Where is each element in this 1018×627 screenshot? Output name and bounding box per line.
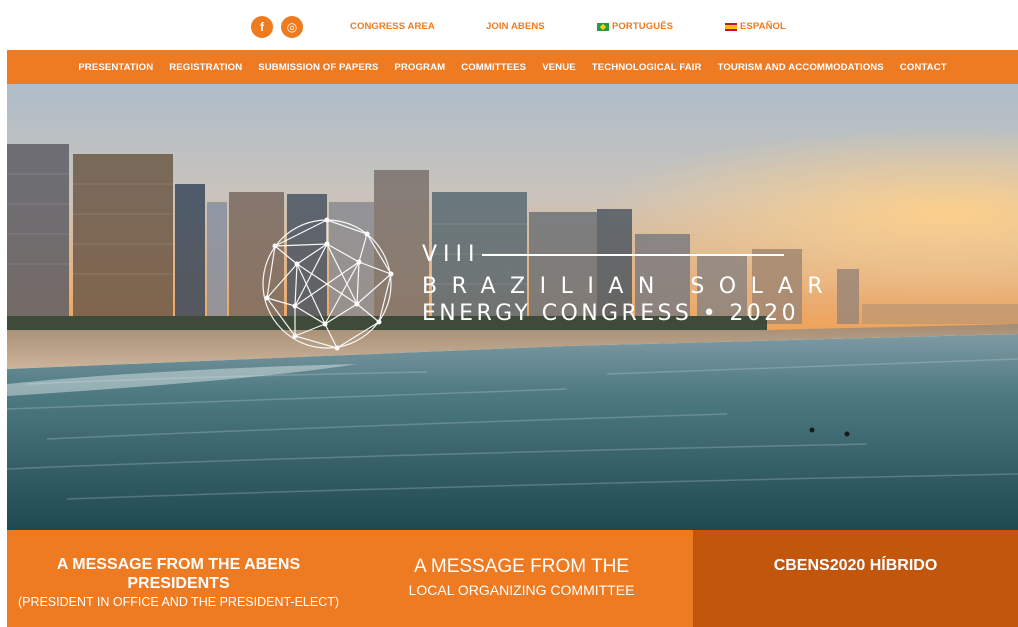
brazil-flag-icon — [597, 22, 609, 31]
nav-technological-fair[interactable]: TECHNOLOGICAL FAIR — [584, 62, 710, 73]
hybrid-panel-title: CBENS2020 HÍBRIDO — [773, 557, 938, 574]
spain-flag-icon — [725, 22, 737, 31]
hero-banner: VIII BRAZILIAN SOLAR ENERGY CONGRESS • 2… — [7, 84, 1018, 530]
portugues-link[interactable]: PORTUGUÊS — [597, 21, 673, 32]
committee-panel-title: A MESSAGE FROM THE — [413, 556, 630, 577]
congress-logo-text: VIII BRAZILIAN SOLAR ENERGY CONGRESS • 2… — [422, 242, 838, 326]
join-abens-link[interactable]: JOIN ABENS — [486, 21, 545, 32]
logo-title-line: BRAZILIAN SOLAR — [422, 274, 838, 299]
abens-panel-title: A MESSAGE FROM THE ABENS PRESIDENTS — [56, 556, 301, 592]
facebook-icon[interactable]: f — [251, 16, 273, 38]
nav-venue[interactable]: VENUE — [534, 62, 584, 73]
nav-registration[interactable]: REGISTRATION — [161, 62, 250, 73]
nav-committees[interactable]: COMMITTEES — [453, 62, 534, 73]
logo-subtitle-line: ENERGY CONGRESS • 2020 — [422, 301, 799, 326]
abens-panel-subtitle: (PRESIDENT IN OFFICE AND THE PRESIDENT-E… — [17, 595, 340, 609]
main-nav: PRESENTATION REGISTRATION SUBMISSION OF … — [7, 50, 1018, 84]
espanol-link[interactable]: ESPAÑOL — [725, 21, 786, 32]
nav-contact[interactable]: CONTACT — [892, 62, 955, 73]
logo-edition-label: VIII — [422, 242, 481, 267]
committee-panel-subtitle: LOCAL ORGANIZING COMMITTEE — [408, 582, 635, 598]
congress-area-link[interactable]: CONGRESS AREA — [350, 21, 435, 32]
cbens-hybrid-panel[interactable]: CBENS2020 HÍBRIDO — [693, 530, 1018, 627]
abens-presidents-message-panel[interactable]: A MESSAGE FROM THE ABENS PRESIDENTS (PRE… — [7, 530, 350, 627]
top-bar: f ◎ CONGRESS AREA JOIN ABENS PORTUGUÊS E… — [0, 0, 1018, 50]
join-abens-label: JOIN ABENS — [486, 21, 545, 32]
instagram-icon[interactable]: ◎ — [281, 16, 303, 38]
portugues-label: PORTUGUÊS — [612, 21, 674, 32]
nav-program[interactable]: PROGRAM — [386, 62, 453, 73]
espanol-label: ESPAÑOL — [740, 21, 786, 32]
nav-submission-of-papers[interactable]: SUBMISSION OF PAPERS — [250, 62, 386, 73]
congress-area-label: CONGRESS AREA — [350, 21, 435, 32]
logo-edition: VIII — [422, 242, 792, 270]
nav-tourism-and-accommodations[interactable]: TOURISM AND ACCOMMODATIONS — [710, 62, 892, 73]
message-panels: A MESSAGE FROM THE ABENS PRESIDENTS (PRE… — [7, 530, 1018, 627]
nav-presentation[interactable]: PRESENTATION — [70, 62, 161, 73]
logo-rule — [482, 254, 784, 256]
local-committee-message-panel[interactable]: A MESSAGE FROM THE LOCAL ORGANIZING COMM… — [350, 530, 693, 627]
